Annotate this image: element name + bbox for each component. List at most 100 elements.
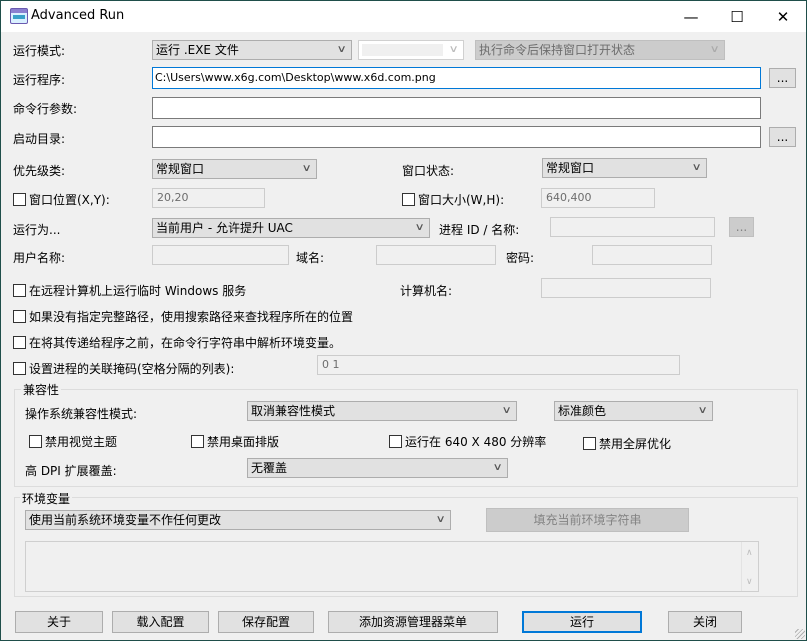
username-label: 用户名称:: [13, 251, 66, 265]
checkbox-box[interactable]: [583, 437, 596, 450]
maximize-button[interactable]: ☐: [714, 1, 760, 32]
checkbox-box[interactable]: [13, 310, 26, 323]
window-position-label: 窗口位置(X,Y):: [29, 193, 110, 207]
window-position-input[interactable]: 20,20: [152, 188, 265, 208]
checkbox-box[interactable]: [13, 336, 26, 349]
expand-env-checkbox[interactable]: 在将其传递给程序之前，在命令行字符串中解析环境变量。: [13, 334, 341, 351]
window-state-select[interactable]: 常规窗口 ∨: [542, 158, 707, 178]
program-browse-button[interactable]: ...: [769, 68, 796, 88]
scroll-down-icon[interactable]: ∨: [746, 577, 753, 587]
window-size-input[interactable]: 640,400: [541, 188, 655, 208]
env-textarea[interactable]: ∧ ∨: [25, 541, 759, 592]
chevron-down-icon: ∨: [301, 163, 312, 174]
disable-visual-themes-checkbox[interactable]: 禁用视觉主题: [29, 433, 117, 450]
checkbox-box[interactable]: [13, 362, 26, 375]
start-dir-browse-button[interactable]: ...: [769, 127, 796, 147]
window-state-value: 常规窗口: [546, 161, 595, 175]
save-config-button[interactable]: 保存配置: [218, 611, 314, 633]
checkbox-box[interactable]: [13, 193, 26, 206]
disable-desktop-composition-label: 禁用桌面排版: [207, 435, 280, 449]
cmdline-label: 命令行参数:: [13, 102, 78, 116]
process-browse-button[interactable]: ...: [729, 217, 754, 237]
os-compat-value: 取消兼容性模式: [251, 404, 336, 418]
os-compat-select[interactable]: 取消兼容性模式 ∨: [247, 401, 517, 421]
start-dir-input[interactable]: [152, 126, 761, 148]
affinity-checkbox[interactable]: 设置进程的关联掩码(空格分隔的列表):: [13, 360, 234, 377]
username-input[interactable]: [152, 245, 289, 265]
run-mode-select[interactable]: 运行 .EXE 文件 ∨: [152, 40, 352, 60]
color-mode-select[interactable]: 标准颜色 ∨: [554, 401, 713, 421]
dpi-override-select[interactable]: 无覆盖 ∨: [247, 458, 508, 478]
checkbox-box[interactable]: [402, 193, 415, 206]
chevron-down-icon: ∨: [697, 405, 708, 416]
compatibility-group-title: 兼容性: [21, 381, 62, 398]
priority-value: 常规窗口: [156, 162, 205, 176]
checkbox-box[interactable]: [389, 435, 402, 448]
program-label: 运行程序:: [13, 73, 66, 87]
os-compat-label: 操作系统兼容性模式:: [25, 407, 138, 421]
start-dir-label: 启动目录:: [13, 132, 66, 146]
title-bar: Advanced Run — ☐ ✕: [1, 1, 806, 32]
search-path-checkbox[interactable]: 如果没有指定完整路径，使用搜索路径来查找程序所在的位置: [13, 308, 353, 325]
window-size-checkbox[interactable]: 窗口大小(W,H):: [402, 191, 504, 208]
color-mode-value: 标准颜色: [558, 404, 607, 418]
chevron-down-icon: ∨: [501, 405, 512, 416]
close-button[interactable]: 关闭: [668, 611, 742, 633]
disable-fullscreen-opt-checkbox[interactable]: 禁用全屏优化: [583, 435, 671, 452]
computer-name-input[interactable]: [541, 278, 711, 298]
keep-window-open-select[interactable]: 执行命令后保持窗口打开状态 ∨: [475, 40, 725, 60]
resize-grip[interactable]: [795, 629, 805, 639]
disable-fullscreen-opt-label: 禁用全屏优化: [599, 437, 672, 451]
close-window-button[interactable]: ✕: [760, 1, 806, 32]
checkbox-box[interactable]: [29, 435, 42, 448]
expand-env-label: 在将其传递给程序之前，在命令行字符串中解析环境变量。: [29, 336, 342, 350]
run-mode-value: 运行 .EXE 文件: [156, 43, 239, 57]
add-explorer-menu-button[interactable]: 添加资源管理器菜单: [328, 611, 498, 633]
scroll-up-icon[interactable]: ∧: [746, 548, 753, 558]
keep-window-open-value: 执行命令后保持窗口打开状态: [479, 43, 636, 57]
affinity-label: 设置进程的关联掩码(空格分隔的列表):: [29, 362, 235, 376]
checkbox-box[interactable]: [191, 435, 204, 448]
run-640x480-label: 运行在 640 X 480 分辨率: [405, 435, 547, 449]
window-position-checkbox[interactable]: 窗口位置(X,Y):: [13, 191, 110, 208]
advanced-run-window: Advanced Run — ☐ ✕ 运行模式: 运行 .EXE 文件 ∨ ∨ 执…: [0, 0, 807, 641]
chevron-down-icon: ∨: [414, 222, 425, 233]
run-mode-label: 运行模式:: [13, 44, 66, 58]
chevron-down-icon: ∨: [336, 44, 347, 55]
remote-service-checkbox[interactable]: 在远程计算机上运行临时 Windows 服务: [13, 282, 246, 299]
cmdline-input[interactable]: [152, 97, 761, 119]
password-input[interactable]: [592, 245, 712, 265]
env-textarea-scrollbar[interactable]: ∧ ∨: [741, 542, 758, 591]
disable-visual-themes-label: 禁用视觉主题: [45, 435, 118, 449]
about-button[interactable]: 关于: [15, 611, 103, 633]
affinity-input[interactable]: 0 1: [317, 355, 680, 375]
env-mode-select[interactable]: 使用当前系统环境变量不作任何更改 ∨: [25, 510, 451, 530]
run-640x480-checkbox[interactable]: 运行在 640 X 480 分辨率: [389, 433, 546, 450]
chevron-down-icon: ∨: [691, 162, 702, 173]
window-state-label: 窗口状态:: [402, 164, 455, 178]
run-as-select[interactable]: 当前用户 - 允许提升 UAC ∨: [152, 218, 430, 238]
priority-select[interactable]: 常规窗口 ∨: [152, 159, 317, 179]
run-mode-secondary-select[interactable]: ∨: [358, 40, 464, 60]
fill-env-button[interactable]: 填充当前环境字符串: [486, 508, 689, 532]
minimize-button[interactable]: —: [668, 1, 714, 32]
priority-label: 优先级类:: [13, 164, 66, 178]
load-config-button[interactable]: 载入配置: [112, 611, 209, 633]
process-input[interactable]: [550, 217, 715, 237]
password-label: 密码:: [506, 251, 535, 265]
run-as-label: 运行为...: [13, 223, 61, 237]
chevron-down-icon: ∨: [709, 44, 720, 55]
domain-input[interactable]: [376, 245, 496, 265]
chevron-down-icon: ∨: [492, 462, 503, 473]
domain-label: 域名:: [296, 251, 325, 265]
computer-name-label: 计算机名:: [400, 284, 453, 298]
chevron-down-icon: ∨: [435, 514, 446, 525]
chevron-down-icon: ∨: [448, 44, 459, 55]
remote-service-label: 在远程计算机上运行临时 Windows 服务: [29, 284, 247, 298]
program-path-input[interactable]: C:\Users\www.x6g.com\Desktop\www.x6d.com…: [152, 67, 761, 89]
dpi-override-label: 高 DPI 扩展覆盖:: [25, 464, 117, 478]
checkbox-box[interactable]: [13, 284, 26, 297]
disable-desktop-composition-checkbox[interactable]: 禁用桌面排版: [191, 433, 279, 450]
run-as-value: 当前用户 - 允许提升 UAC: [156, 221, 293, 235]
run-button[interactable]: 运行: [522, 611, 642, 633]
